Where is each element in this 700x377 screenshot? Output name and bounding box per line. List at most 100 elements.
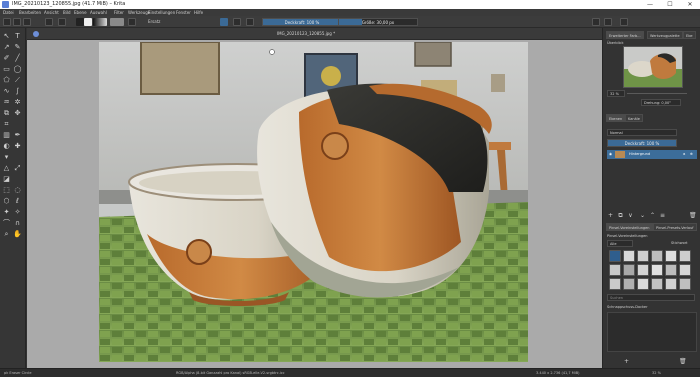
dynamic-brush-icon[interactable]: ♒ xyxy=(2,98,11,107)
open-document-icon[interactable] xyxy=(13,18,21,26)
merge-layer-icon[interactable]: ∨ xyxy=(627,212,634,219)
document-tab[interactable]: IMG_20210123_120855.jpg * xyxy=(277,28,335,40)
opacity-slider[interactable]: Deckkraft: 100 % xyxy=(262,18,342,26)
layer-opacity-slider[interactable]: Deckkraft: 100 % xyxy=(607,139,677,147)
layer-row[interactable]: ◉ Hintergrund α ⊕ xyxy=(607,150,697,159)
new-document-icon[interactable] xyxy=(3,18,11,26)
add-snapshot-icon[interactable]: + xyxy=(623,358,630,365)
menu-image[interactable]: Bild xyxy=(63,9,71,16)
brush-preset-7[interactable] xyxy=(609,264,621,276)
reload-preset-icon[interactable] xyxy=(246,18,254,26)
brush-search-input[interactable]: Suchen xyxy=(607,294,695,301)
assistant-tool-icon[interactable]: △ xyxy=(2,164,11,173)
brush-preset-1[interactable] xyxy=(609,250,621,262)
menu-window[interactable]: Fenster xyxy=(176,9,191,16)
background-color-swatch[interactable] xyxy=(84,18,92,26)
undo-icon[interactable] xyxy=(45,18,53,26)
foreground-color-swatch[interactable] xyxy=(76,18,84,26)
brush-history-tab[interactable]: Pinsel-Presets-Verlauf xyxy=(653,223,697,231)
delete-snapshot-icon[interactable]: 🗑 xyxy=(679,358,687,365)
line-tool-icon[interactable]: ╱ xyxy=(13,54,22,63)
measure-tool-icon[interactable]: ⤢ xyxy=(13,164,22,173)
delete-layer-icon[interactable]: 🗑 xyxy=(689,212,697,219)
smart-patch-icon[interactable]: ✚ xyxy=(13,142,22,151)
size-slider[interactable]: Größe: 30,00 px xyxy=(338,18,418,26)
layers-tab[interactable]: Ebenen xyxy=(606,114,626,122)
menu-tools[interactable]: Werkzeuge xyxy=(128,9,150,16)
freehand-select-icon[interactable]: ℓ xyxy=(13,197,22,206)
brush-preset-3[interactable] xyxy=(637,250,649,262)
overview-rotation[interactable]: Drehung: 0,00° xyxy=(641,99,681,106)
status-zoom[interactable]: 32 % xyxy=(652,369,661,377)
save-icon[interactable] xyxy=(23,18,31,26)
rectangle-tool-icon[interactable]: ▭ xyxy=(2,65,11,74)
calligraphy-icon[interactable]: ✎ xyxy=(13,43,22,52)
brush-preset-17[interactable] xyxy=(665,278,677,290)
redo-icon[interactable] xyxy=(58,18,66,26)
contiguous-select-icon[interactable]: ✦ xyxy=(2,208,11,217)
canvas-image[interactable] xyxy=(99,42,528,362)
brush-preset-9[interactable] xyxy=(637,264,649,276)
brush-preset-13[interactable] xyxy=(609,278,621,290)
brush-preset-6[interactable] xyxy=(679,250,691,262)
similar-select-icon[interactable]: ✧ xyxy=(13,208,22,217)
colorize-mask-icon[interactable]: ◐ xyxy=(2,142,11,151)
multibrush-icon[interactable]: ✲ xyxy=(13,98,22,107)
crop-tool-icon[interactable]: ⌗ xyxy=(2,120,11,129)
alpha-lock-icon[interactable] xyxy=(233,18,241,26)
menu-filter[interactable]: Filter xyxy=(114,9,124,16)
layer-properties-icon[interactable]: ≡ xyxy=(659,212,666,219)
freehand-path-icon[interactable]: ∫ xyxy=(13,87,22,96)
brush-preset-2[interactable] xyxy=(623,250,635,262)
reference-tool-icon[interactable]: ◪ xyxy=(2,175,11,184)
lock-icon[interactable]: ⊕ xyxy=(690,150,693,159)
brush-preset-15[interactable] xyxy=(637,278,649,290)
ellipse-select-icon[interactable]: ◌ xyxy=(13,186,22,195)
brush-presets-tab[interactable]: Pinsel-Voreinstellungen xyxy=(606,223,653,231)
minimize-button[interactable]: — xyxy=(641,0,659,9)
brush-tag-dropdown[interactable]: Alle xyxy=(607,240,633,247)
edit-shapes-icon[interactable]: ↗ xyxy=(2,43,11,52)
eye-icon[interactable]: ◉ xyxy=(609,150,612,159)
select-shapes-icon[interactable]: ↖ xyxy=(2,32,11,41)
move-layer-down-icon[interactable]: ⌄ xyxy=(639,212,646,219)
menu-view[interactable]: Ansicht xyxy=(44,9,59,16)
overview-zoom[interactable]: 32 % xyxy=(607,90,625,97)
ellipse-tool-icon[interactable]: ◯ xyxy=(13,65,22,74)
duplicate-layer-icon[interactable]: ⧉ xyxy=(617,212,624,219)
pan-tool-icon[interactable]: ✋ xyxy=(13,230,22,239)
channels-tab[interactable]: Kanäle xyxy=(625,114,643,122)
polygon-tool-icon[interactable]: ⬠ xyxy=(2,76,11,85)
workspace-icon[interactable] xyxy=(620,18,628,26)
dock-tab-advanced-color[interactable]: Erweiterter Farb… xyxy=(606,31,644,39)
eraser-mode-icon[interactable] xyxy=(220,18,228,26)
gradient-swatch[interactable] xyxy=(93,18,107,26)
color-picker-icon[interactable]: ✒ xyxy=(13,131,22,140)
maximize-button[interactable]: ☐ xyxy=(661,0,679,9)
bezier-tool-icon[interactable]: ∿ xyxy=(2,87,11,96)
fill-tool-icon[interactable]: ▾ xyxy=(2,153,11,162)
pattern-swatch[interactable] xyxy=(110,18,124,26)
brush-preset-8[interactable] xyxy=(623,264,635,276)
blend-mode-dropdown[interactable]: Normal xyxy=(607,129,677,136)
menu-help[interactable]: Hilfe xyxy=(194,9,203,16)
menu-layer[interactable]: Ebene xyxy=(74,9,87,16)
freehand-brush-icon[interactable]: ✐ xyxy=(2,54,11,63)
zoom-tool-icon[interactable]: ⌕ xyxy=(2,230,11,239)
status-color-profile[interactable]: RGB/Alpha (8-bit Ganzzahl pro Kanal) sRG… xyxy=(176,369,285,377)
brush-preset-4[interactable] xyxy=(651,250,663,262)
brush-preset-11[interactable] xyxy=(665,264,677,276)
polygon-select-icon[interactable]: ⬡ xyxy=(2,197,11,206)
gradient-tool-icon[interactable]: ▥ xyxy=(2,131,11,140)
brush-preset-18[interactable] xyxy=(679,278,691,290)
move-tool-icon[interactable]: ✥ xyxy=(13,109,22,118)
text-tool-icon[interactable]: T xyxy=(13,32,22,41)
overview-zoom-slider[interactable] xyxy=(627,93,687,94)
menu-settings[interactable]: Einstellungen xyxy=(148,9,175,16)
overview-thumbnail[interactable] xyxy=(623,46,683,88)
alpha-lock-icon[interactable]: α xyxy=(683,150,685,159)
add-layer-icon[interactable]: + xyxy=(607,212,614,219)
blend-mode-select[interactable]: Ersatz xyxy=(148,17,160,26)
menu-edit[interactable]: Bearbeiten xyxy=(19,9,41,16)
mirror-vertical-icon[interactable] xyxy=(604,18,612,26)
